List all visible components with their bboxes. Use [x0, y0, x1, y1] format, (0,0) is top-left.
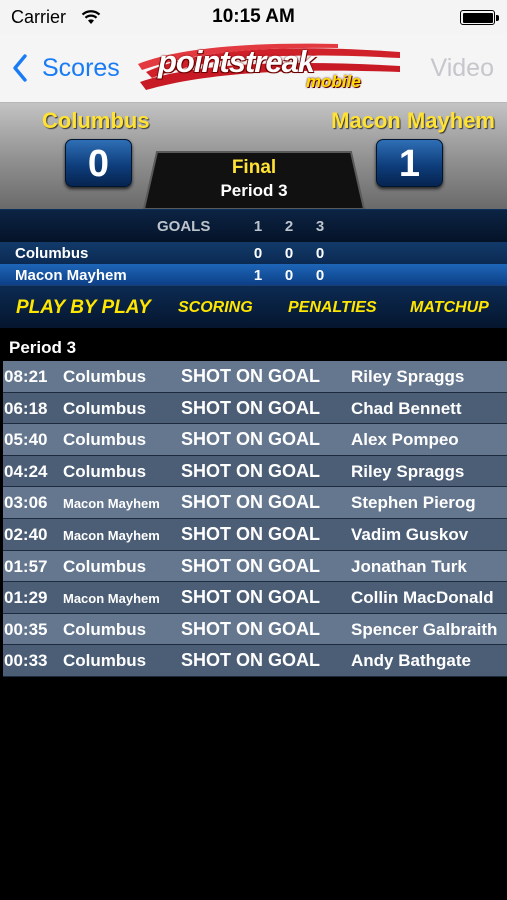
play-type: SHOT ON GOAL — [181, 650, 320, 671]
play-time: 04:24 — [4, 461, 48, 481]
list-item[interactable]: 01:57 Columbus SHOT ON GOAL Jonathan Tur… — [3, 550, 507, 583]
logo-subtext: mobile — [306, 72, 361, 91]
play-type: SHOT ON GOAL — [181, 523, 320, 544]
play-player: Vadim Guskov — [351, 524, 469, 544]
goals-by-period-table: GOALS 1 2 3 Columbus 0 0 0 Macon Mayhem … — [0, 209, 507, 286]
play-type: SHOT ON GOAL — [181, 555, 320, 576]
home-score: 0 — [65, 139, 132, 187]
chevron-left-icon — [13, 54, 27, 82]
clock: 10:15 AM — [212, 6, 295, 27]
game-status: Final — [231, 157, 277, 178]
list-item[interactable]: 06:18 Columbus SHOT ON GOAL Chad Bennett — [3, 392, 507, 425]
period-section-header: Period 3 — [0, 333, 507, 361]
list-item[interactable]: 01:29 Macon Mayhem SHOT ON GOAL Collin M… — [3, 582, 507, 614]
period-section-label: Period 3 — [9, 338, 77, 357]
table-row: Columbus 0 0 0 — [0, 242, 507, 264]
tab-bar: PLAY BY PLAY SCORING PENALTIES MATCHUP — [0, 285, 507, 328]
play-type: SHOT ON GOAL — [181, 366, 320, 386]
play-player: Andy Bathgate — [351, 651, 471, 671]
goals-row-p2: 0 — [284, 267, 294, 284]
scoreboard: Columbus Macon Mayhem 0 1 Final Period 3 — [0, 103, 507, 209]
list-item[interactable]: 04:24 Columbus SHOT ON GOAL Riley Spragg… — [3, 455, 507, 488]
goals-table-header: GOALS 1 2 3 — [0, 210, 507, 241]
play-type: SHOT ON GOAL — [181, 460, 320, 481]
play-player: Alex Pompeo — [351, 430, 459, 450]
list-item[interactable]: 00:33 Columbus SHOT ON GOAL Andy Bathgat… — [3, 645, 507, 677]
play-time: 06:18 — [4, 398, 48, 418]
list-item[interactable]: 05:40 Columbus SHOT ON GOAL Alex Pompeo — [3, 424, 507, 456]
play-player: Collin MacDonald — [351, 588, 494, 608]
goals-row-p1: 1 — [253, 267, 263, 284]
play-time: 02:40 — [4, 524, 48, 544]
play-player: Spencer Galbraith — [351, 619, 498, 639]
play-team: Columbus — [63, 367, 147, 386]
play-player: Riley Spraggs — [351, 367, 465, 386]
navigation-bar: Scores pointstreak mobile Video — [0, 34, 507, 103]
play-team: Macon Mayhem — [63, 527, 160, 543]
list-item[interactable]: 08:21 Columbus SHOT ON GOAL Riley Spragg… — [3, 361, 507, 393]
play-player: Jonathan Turk — [351, 556, 467, 576]
battery-icon — [460, 10, 499, 25]
play-player: Chad Bennett — [351, 398, 462, 418]
away-team-name: Macon Mayhem — [331, 108, 495, 133]
play-team: Columbus — [63, 461, 147, 481]
home-team-name: Columbus — [42, 108, 150, 133]
tab-play-by-play[interactable]: PLAY BY PLAY — [16, 286, 151, 329]
game-status-box: Final Period 3 — [143, 150, 365, 209]
play-list: 08:21 Columbus SHOT ON GOAL Riley Spragg… — [3, 361, 507, 677]
goals-row-p3: 0 — [315, 245, 325, 262]
play-time: 00:33 — [4, 651, 48, 671]
goals-row-team: Macon Mayhem — [15, 267, 127, 284]
table-row: Macon Mayhem 1 0 0 — [0, 264, 507, 286]
play-team: Columbus — [63, 430, 147, 450]
play-team: Columbus — [63, 619, 147, 639]
play-type: SHOT ON GOAL — [181, 618, 320, 639]
play-type: SHOT ON GOAL — [181, 429, 320, 450]
goals-row-p2: 0 — [284, 245, 294, 262]
play-time: 01:29 — [4, 588, 48, 608]
list-item[interactable]: 03:06 Macon Mayhem SHOT ON GOAL Stephen … — [3, 487, 507, 519]
play-type: SHOT ON GOAL — [181, 587, 320, 608]
play-team: Macon Mayhem — [63, 591, 160, 607]
away-score: 1 — [376, 139, 443, 187]
play-team: Macon Mayhem — [63, 496, 160, 512]
pointstreak-logo: pointstreak mobile — [138, 42, 406, 94]
status-bar: Carrier 10:15 AM — [0, 0, 507, 34]
list-item[interactable]: 00:35 Columbus SHOT ON GOAL Spencer Galb… — [3, 613, 507, 646]
period-1-header: 1 — [253, 218, 263, 235]
back-button[interactable]: Scores — [12, 51, 120, 85]
play-player: Stephen Pierog — [351, 493, 476, 513]
play-time: 03:06 — [4, 493, 48, 513]
tab-matchup[interactable]: MATCHUP — [410, 286, 489, 329]
period-2-header: 2 — [284, 218, 294, 235]
period-3-header: 3 — [315, 218, 325, 235]
goals-row-p3: 0 — [315, 267, 325, 284]
play-type: SHOT ON GOAL — [181, 492, 320, 513]
goals-header-label: GOALS — [157, 218, 211, 235]
play-type: SHOT ON GOAL — [181, 397, 320, 418]
play-time: 01:57 — [4, 556, 48, 576]
play-team: Columbus — [63, 651, 147, 671]
back-button-label: Scores — [42, 53, 120, 82]
video-button[interactable]: Video — [431, 54, 495, 83]
tab-scoring[interactable]: SCORING — [178, 286, 253, 329]
play-time: 05:40 — [4, 430, 48, 450]
list-item[interactable]: 02:40 Macon Mayhem SHOT ON GOAL Vadim Gu… — [3, 518, 507, 551]
game-period: Period 3 — [220, 181, 288, 200]
logo-wordmark: pointstreak — [158, 44, 315, 79]
play-player: Riley Spraggs — [351, 461, 465, 481]
play-team: Columbus — [63, 398, 147, 418]
play-team: Columbus — [63, 556, 147, 576]
play-time: 08:21 — [4, 367, 48, 386]
goals-row-p1: 0 — [253, 245, 263, 262]
play-time: 00:35 — [4, 619, 48, 639]
tab-penalties[interactable]: PENALTIES — [288, 286, 377, 329]
goals-row-team: Columbus — [15, 245, 89, 262]
